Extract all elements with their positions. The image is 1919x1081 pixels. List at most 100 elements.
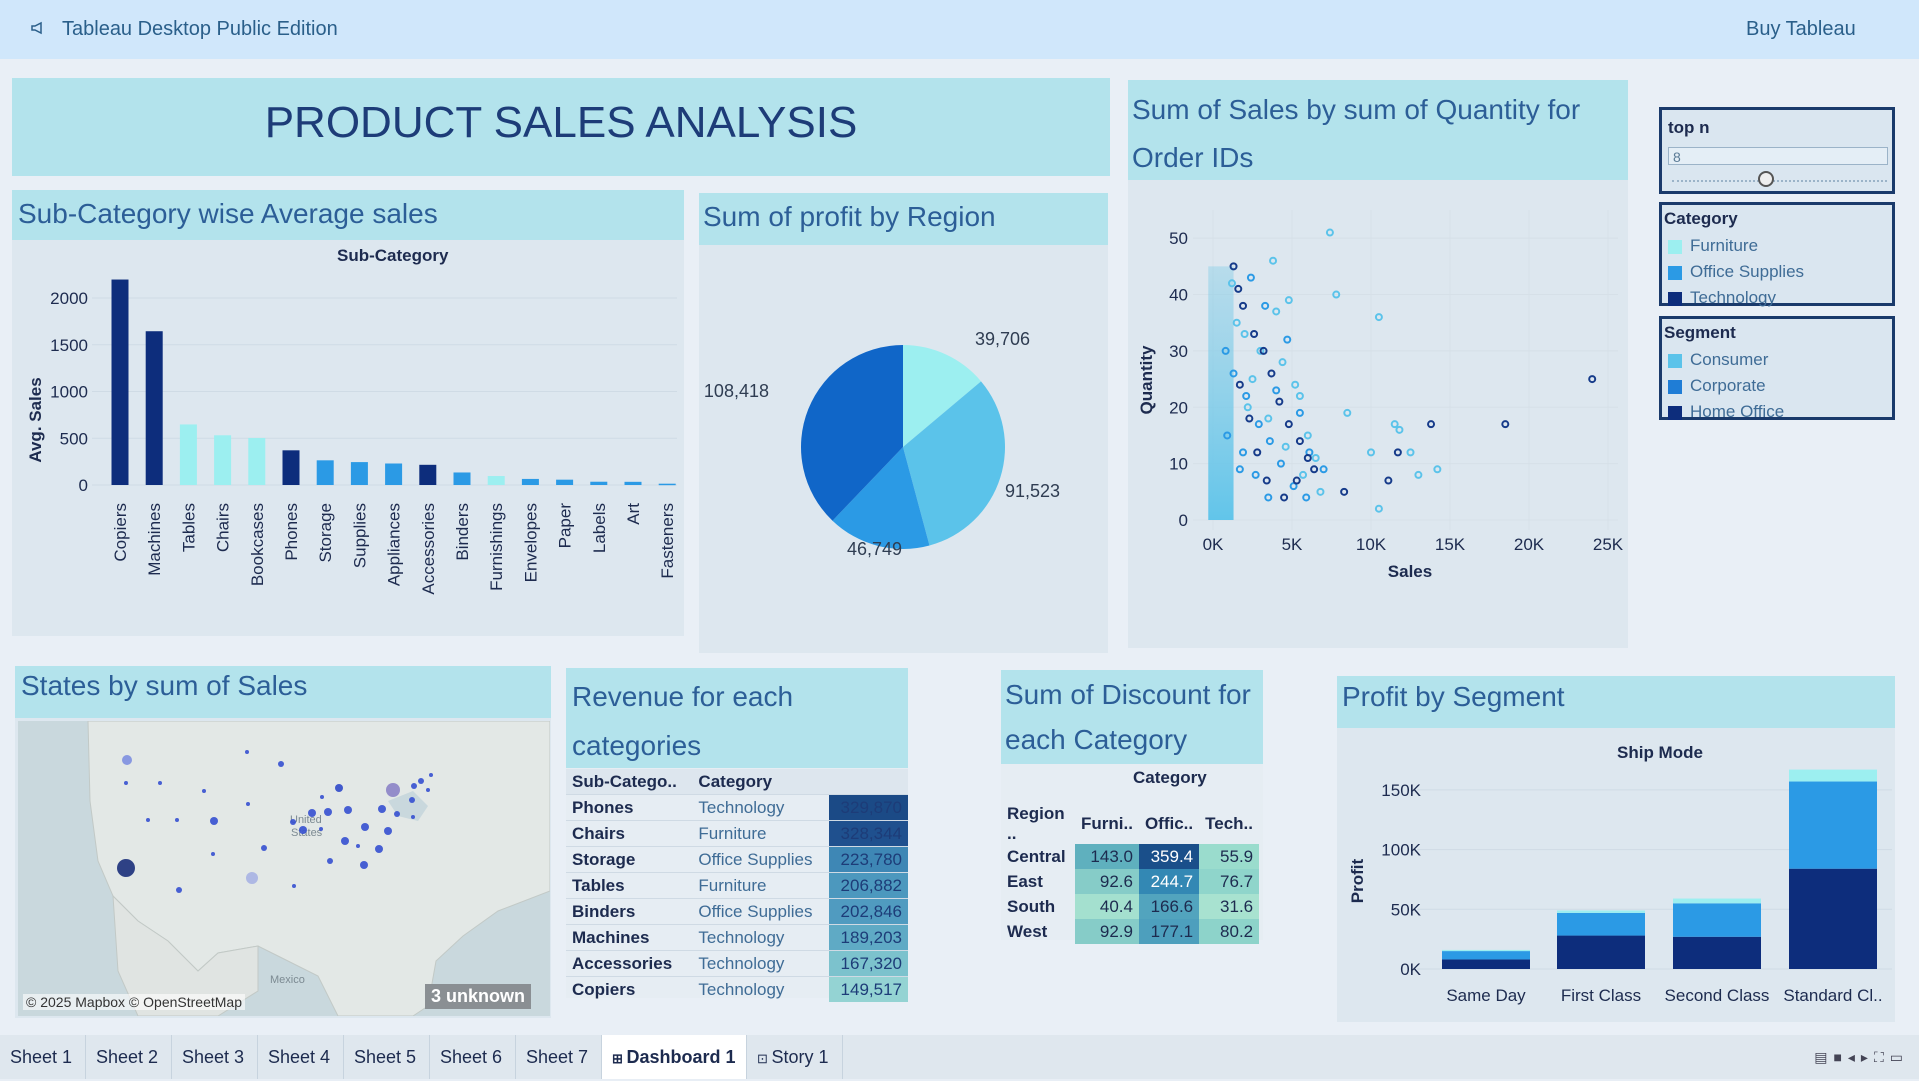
top-n-filter[interactable]: top n 8 [1659, 107, 1895, 194]
scatter-point[interactable] [1264, 414, 1273, 423]
scatter-point[interactable] [1501, 420, 1510, 429]
segment-bar[interactable] [1673, 898, 1761, 904]
scatter-point[interactable] [1311, 454, 1320, 462]
top-n-slider-track[interactable] [1672, 180, 1887, 182]
sheet-tab[interactable]: Sheet 6 [430, 1035, 516, 1079]
scatter-point[interactable] [1261, 301, 1270, 310]
avg-bar[interactable] [179, 424, 197, 485]
segment-bar[interactable] [1789, 769, 1877, 782]
scatter-point[interactable] [1280, 493, 1289, 502]
map-state-dot[interactable] [327, 858, 333, 864]
avg-bar[interactable] [282, 450, 300, 485]
scatter-point[interactable] [1343, 408, 1352, 417]
sheet-tab[interactable]: Sheet 5 [344, 1035, 430, 1079]
scatter-point[interactable] [1229, 262, 1238, 271]
avg-bar[interactable] [419, 464, 437, 485]
scatter-point[interactable] [1340, 487, 1349, 496]
revenue-row[interactable]: Copiers Technology 149,517 [566, 976, 908, 1002]
scatter-point[interactable] [1250, 330, 1259, 338]
scatter-point[interactable] [1374, 504, 1383, 513]
scatter-point[interactable] [1374, 313, 1383, 322]
sheet-tab[interactable]: Sheet 7 [516, 1035, 602, 1079]
map-state-dot[interactable] [146, 818, 150, 822]
revenue-row[interactable]: Chairs Furniture 328,344 [566, 820, 908, 847]
scatter-point[interactable] [1292, 476, 1301, 485]
map-state-dot[interactable] [299, 826, 307, 834]
segment-bar[interactable] [1557, 912, 1645, 936]
map-state-dot[interactable] [308, 809, 316, 817]
discount-col-technology[interactable]: Tech.. [1199, 804, 1259, 844]
revenue-col-subcategory[interactable]: Sub-Catego.. [566, 769, 692, 795]
map-state-dot[interactable] [176, 887, 182, 893]
segment-bar[interactable] [1673, 903, 1761, 937]
scatter-point[interactable] [1267, 369, 1276, 378]
map-state-dot[interactable] [261, 845, 267, 851]
scatter-point[interactable] [1281, 442, 1290, 451]
scatter-point[interactable] [1235, 380, 1244, 389]
revenue-row[interactable]: Accessories Technology 167,320 [566, 950, 908, 977]
segment-legend-item[interactable]: Consumer [1668, 347, 1784, 373]
profit-region-pie-chart[interactable]: 39,706 91,523 46,749 108,418 [699, 253, 1108, 653]
segment-bar[interactable] [1789, 868, 1877, 969]
map-state-dot[interactable] [426, 788, 430, 792]
segment-bar[interactable] [1673, 936, 1761, 969]
scatter-point[interactable] [1299, 470, 1308, 479]
sheet-tab[interactable]: Sheet 2 [86, 1035, 172, 1079]
map-state-dot[interactable] [124, 781, 128, 785]
scatter-point[interactable] [1295, 437, 1304, 446]
top-n-value-input[interactable]: 8 [1668, 147, 1888, 165]
profit-segment-chart[interactable]: 0K 50K 100K 150K Profit Same Day First Class Se… [1337, 766, 1895, 1022]
revenue-panel[interactable]: Revenue for each categories Sub-Catego..… [566, 668, 908, 1002]
map-state-dot[interactable] [278, 761, 284, 767]
profit-segment-panel[interactable]: Profit by Segment Ship Mode 0K 50K 100K 150… [1337, 676, 1895, 1022]
states-map-panel[interactable]: States by sum of Sales United States Mex… [15, 666, 551, 1018]
map-state-dot[interactable] [361, 823, 369, 831]
scatter-point[interactable] [1284, 420, 1293, 429]
sheet-tab[interactable]: Sheet 4 [258, 1035, 344, 1079]
avg-bar[interactable] [214, 435, 232, 485]
scatter-point[interactable] [1246, 273, 1255, 282]
discount-row[interactable]: East 92.6 244.7 76.7 [1001, 869, 1260, 894]
scatter-point[interactable] [1229, 369, 1238, 378]
discount-col-office[interactable]: Offic.. [1139, 804, 1199, 844]
avg-bar[interactable] [624, 481, 642, 485]
revenue-row[interactable]: Phones Technology 329,870 [566, 794, 908, 821]
map-state-dot[interactable] [246, 802, 250, 806]
scatter-point[interactable] [1283, 335, 1292, 344]
scatter-point[interactable] [1303, 454, 1312, 462]
sheet-tab[interactable]: ⊞ Dashboard 1 [602, 1035, 747, 1079]
map-state-dot[interactable] [378, 805, 386, 813]
sheet-tab[interactable]: ⊡ Story 1 [747, 1035, 843, 1079]
map-state-dot[interactable] [384, 827, 392, 835]
segment-bar[interactable] [1442, 959, 1530, 969]
map-state-dot[interactable] [324, 808, 332, 816]
discount-col-furniture[interactable]: Furni.. [1075, 804, 1139, 844]
avg-bar[interactable] [248, 437, 266, 485]
scatter-panel[interactable]: Sum of Sales by sum of Quantity for Orde… [1128, 80, 1628, 648]
map-state-dot[interactable] [394, 811, 400, 817]
scatter-point[interactable] [1232, 318, 1241, 327]
scatter-point[interactable] [1240, 330, 1249, 338]
scatter-point[interactable] [1433, 465, 1442, 474]
scatter-point[interactable] [1269, 256, 1278, 265]
map-state-dot[interactable] [292, 884, 296, 888]
scatter-point[interactable] [1278, 358, 1287, 367]
avg-bar[interactable] [590, 481, 608, 485]
map-state-dot[interactable] [411, 815, 415, 819]
scatter-point[interactable] [1234, 284, 1243, 293]
map-state-dot[interactable] [210, 817, 218, 825]
map-state-dot[interactable] [335, 784, 343, 792]
segment-bar[interactable] [1557, 910, 1645, 913]
profit-region-panel[interactable]: Sum of profit by Region 39,706 91,523 46,7… [699, 193, 1108, 653]
scatter-point[interactable] [1393, 448, 1402, 457]
revenue-row[interactable]: Tables Furniture 206,882 [566, 872, 908, 899]
discount-row[interactable]: Central 143.0 359.4 55.9 [1001, 844, 1260, 869]
scatter-point[interactable] [1295, 392, 1304, 400]
scatter-point[interactable] [1272, 386, 1281, 395]
avg-bar[interactable] [350, 462, 368, 485]
scatter-point[interactable] [1245, 414, 1254, 423]
segment-legend-item[interactable]: Home Office [1668, 399, 1784, 425]
map-state-dot[interactable] [411, 783, 417, 789]
scatter-point[interactable] [1310, 465, 1319, 474]
scatter-point[interactable] [1302, 493, 1311, 502]
